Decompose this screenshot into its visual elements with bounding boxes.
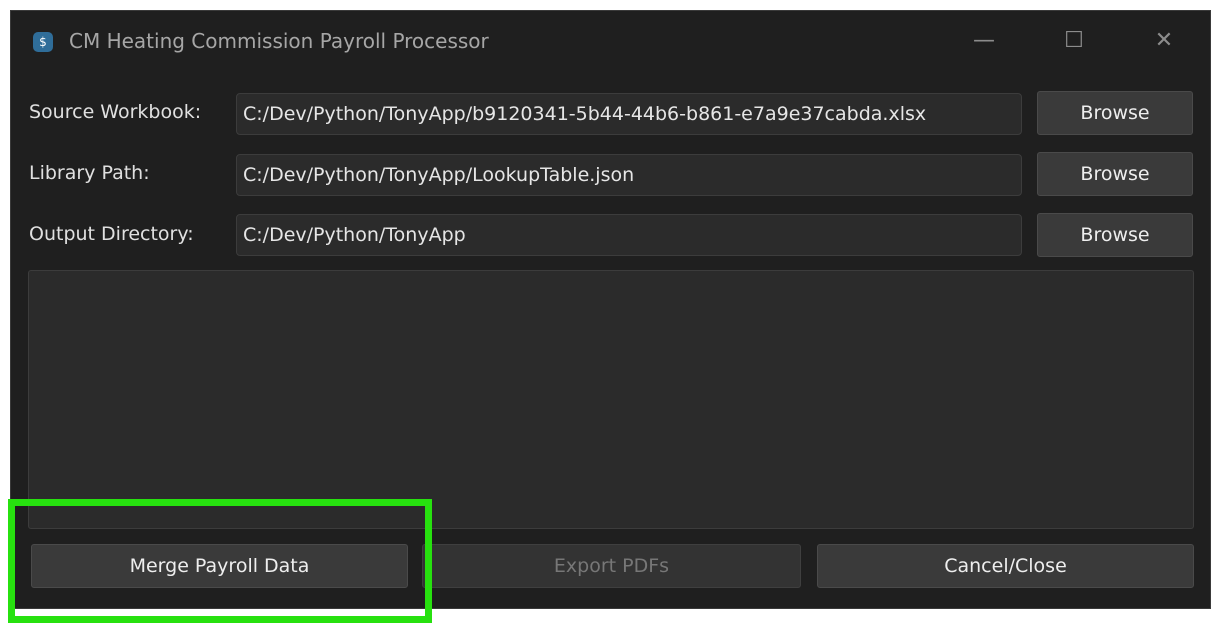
output-directory-label: Output Directory: [29, 223, 194, 245]
output-directory-browse-button[interactable]: Browse [1037, 213, 1193, 257]
maximize-icon[interactable]: ☐ [1047, 23, 1101, 59]
library-path-browse-button[interactable]: Browse [1037, 152, 1193, 196]
merge-payroll-data-button[interactable]: Merge Payroll Data [31, 544, 408, 588]
close-icon[interactable]: ✕ [1137, 23, 1191, 59]
title-bar[interactable]: $ CM Heating Commission Payroll Processo… [11, 11, 1210, 71]
source-workbook-label: Source Workbook: [29, 101, 202, 123]
output-directory-input[interactable]: C:/Dev/Python/TonyApp [236, 214, 1022, 256]
source-workbook-browse-button[interactable]: Browse [1037, 91, 1193, 135]
export-pdfs-button[interactable]: Export PDFs [422, 544, 801, 588]
library-path-label: Library Path: [29, 162, 150, 184]
app-dollar-icon: $ [33, 32, 53, 52]
library-path-input[interactable]: C:/Dev/Python/TonyApp/LookupTable.json [236, 154, 1022, 196]
window-title: CM Heating Commission Payroll Processor [69, 29, 489, 53]
app-window: $ CM Heating Commission Payroll Processo… [10, 10, 1211, 609]
minimize-icon[interactable]: — [957, 23, 1011, 59]
cancel-close-button[interactable]: Cancel/Close [817, 544, 1194, 588]
source-workbook-input[interactable]: C:/Dev/Python/TonyApp/b9120341-5b44-44b6… [236, 93, 1022, 135]
log-output-area[interactable] [28, 270, 1194, 529]
